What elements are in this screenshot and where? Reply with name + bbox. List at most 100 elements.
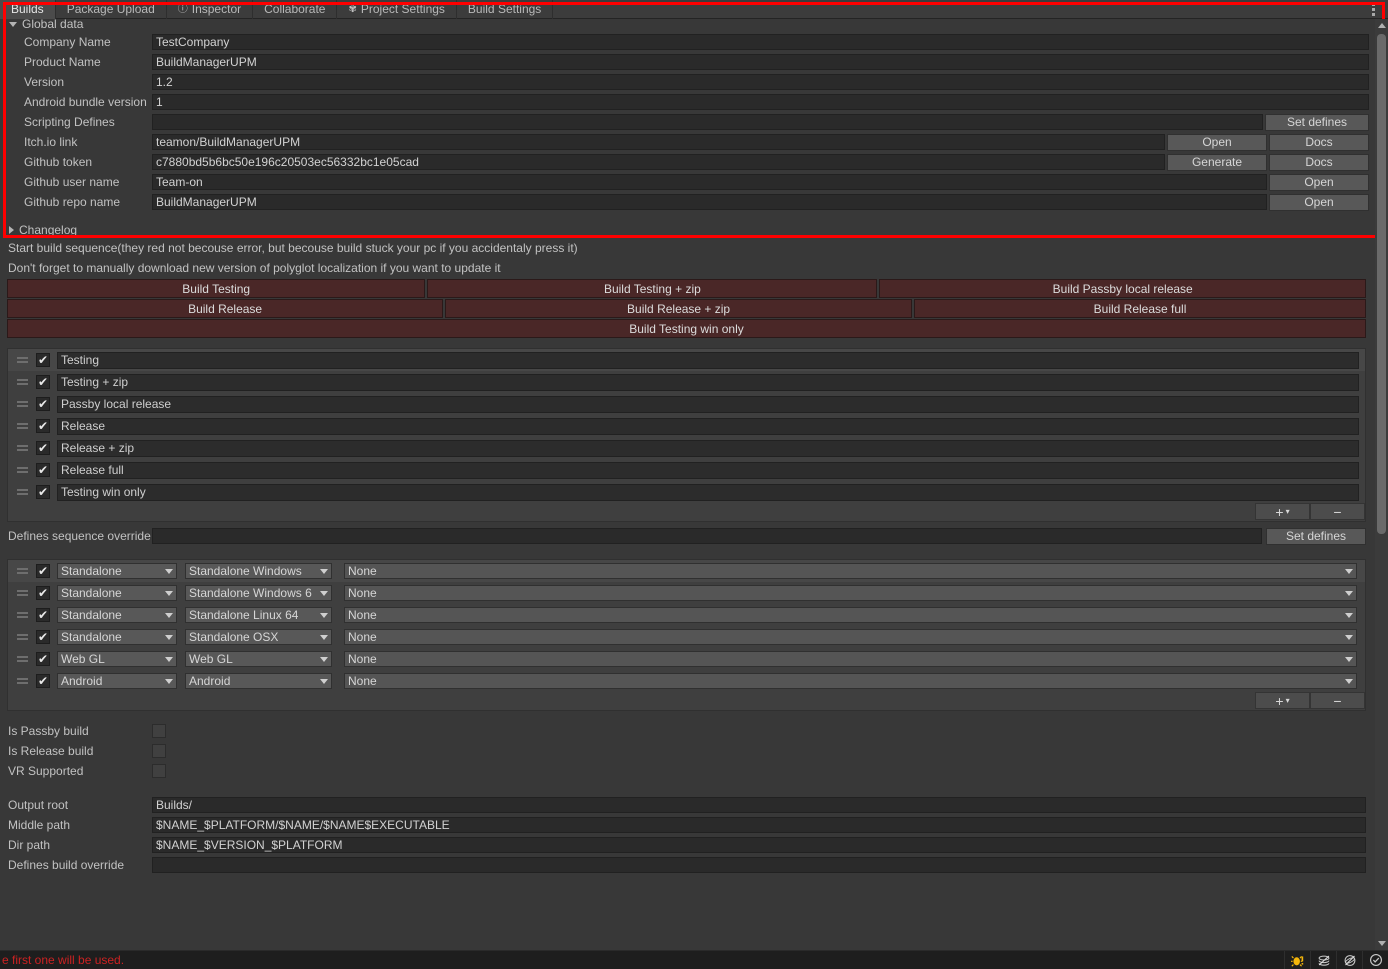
platform-enabled-checkbox[interactable] <box>36 585 50 601</box>
flag-checkbox[interactable] <box>152 764 166 778</box>
platform-sub-dropdown[interactable]: None <box>344 673 1357 689</box>
platform-sub-dropdown[interactable]: None <box>344 563 1357 579</box>
layers-icon[interactable] <box>1310 950 1336 969</box>
scrollbar-thumb[interactable] <box>1377 34 1386 534</box>
open-button[interactable]: Open <box>1269 193 1369 211</box>
docs-button[interactable]: Docs <box>1269 133 1369 151</box>
foldout-global-data[interactable]: Global data <box>0 19 1373 32</box>
sequence-enabled-checkbox[interactable] <box>36 418 50 434</box>
global-data-row-input[interactable]: 1.2 <box>152 74 1369 90</box>
sequence-name-input[interactable]: Passby local release <box>57 395 1359 413</box>
list-item[interactable]: Release <box>8 415 1365 437</box>
sequence-enabled-checkbox[interactable] <box>36 374 50 390</box>
platform-sub-dropdown[interactable]: None <box>344 585 1357 601</box>
global-data-row-input[interactable]: BuildManagerUPM <box>152 54 1369 70</box>
platform-group-dropdown[interactable]: Standalone <box>57 607 177 623</box>
path-input[interactable] <box>152 857 1366 873</box>
path-input[interactable]: Builds/ <box>152 797 1366 813</box>
sequence-enabled-checkbox[interactable] <box>36 352 50 368</box>
tab-package-upload[interactable]: Package Upload <box>56 0 167 19</box>
global-data-row-input[interactable]: TestCompany <box>152 34 1369 50</box>
flag-checkbox[interactable] <box>152 744 166 758</box>
build-release-button[interactable]: Build Release <box>7 299 444 318</box>
tab-project-settings[interactable]: ✾ Project Settings <box>337 0 457 19</box>
platform-target-dropdown[interactable]: Android <box>185 673 332 689</box>
drag-handle-icon[interactable] <box>14 634 36 640</box>
platform-group-dropdown[interactable]: Web GL <box>57 651 177 667</box>
sequence-name-input[interactable]: Testing + zip <box>57 373 1359 391</box>
sequence-enabled-checkbox[interactable] <box>36 396 50 412</box>
drag-handle-icon[interactable] <box>14 590 36 596</box>
set-defines-override-button[interactable]: Set defines <box>1266 527 1366 545</box>
platform-group-dropdown[interactable]: Standalone <box>57 629 177 645</box>
sequence-name-input[interactable]: Testing win only <box>57 483 1359 501</box>
platform-sub-dropdown[interactable]: None <box>344 629 1357 645</box>
platform-group-dropdown[interactable]: Android <box>57 673 177 689</box>
flag-checkbox[interactable] <box>152 724 166 738</box>
no-sound-icon[interactable] <box>1336 950 1362 969</box>
global-data-row-input[interactable]: c7880bd5b6bc50e196c20503ec56332bc1e05cad <box>152 154 1165 170</box>
platform-sub-dropdown[interactable]: None <box>344 651 1357 667</box>
drag-handle-icon[interactable] <box>14 489 36 495</box>
bug-icon[interactable] <box>1284 950 1310 969</box>
drag-handle-icon[interactable] <box>14 568 36 574</box>
platform-enabled-checkbox[interactable] <box>36 651 50 667</box>
scroll-up-arrow-icon[interactable] <box>1375 19 1388 32</box>
sequence-name-input[interactable]: Testing <box>57 351 1359 369</box>
platform-sub-dropdown[interactable]: None <box>344 607 1357 623</box>
drag-handle-icon[interactable] <box>14 379 36 385</box>
list-item[interactable]: Testing win only <box>8 481 1365 503</box>
platform-group-dropdown[interactable]: Standalone <box>57 563 177 579</box>
drag-handle-icon[interactable] <box>14 423 36 429</box>
build-testing-button[interactable]: Build Testing <box>7 279 426 298</box>
list-item[interactable]: Testing <box>8 349 1365 371</box>
check-circle-icon[interactable] <box>1362 950 1388 969</box>
drag-handle-icon[interactable] <box>14 401 36 407</box>
sequence-enabled-checkbox[interactable] <box>36 484 50 500</box>
platform-target-dropdown[interactable]: Standalone OSX <box>185 629 332 645</box>
remove-sequence-button[interactable]: − <box>1310 503 1365 520</box>
platform-group-dropdown[interactable]: Standalone <box>57 585 177 601</box>
build-release-zip-button[interactable]: Build Release + zip <box>445 299 912 318</box>
platform-target-dropdown[interactable]: Standalone Windows <box>185 563 332 579</box>
build-release-full-button[interactable]: Build Release full <box>914 299 1366 318</box>
platform-enabled-checkbox[interactable] <box>36 629 50 645</box>
sequence-name-input[interactable]: Release full <box>57 461 1359 479</box>
drag-handle-icon[interactable] <box>14 656 36 662</box>
scrollbar-track[interactable] <box>1375 32 1388 937</box>
sequence-name-input[interactable]: Release <box>57 417 1359 435</box>
status-message[interactable]: e first one will be used. <box>0 953 124 967</box>
open-button[interactable]: Open <box>1269 173 1369 191</box>
platform-target-dropdown[interactable]: Standalone Linux 64 <box>185 607 332 623</box>
defines-sequence-override-input[interactable] <box>152 528 1262 544</box>
add-sequence-button[interactable]: + ▾ <box>1255 503 1310 520</box>
scroll-down-arrow-icon[interactable] <box>1375 937 1388 950</box>
path-input[interactable]: $NAME_$PLATFORM/$NAME/$NAME$EXECUTABLE <box>152 817 1366 833</box>
platform-enabled-checkbox[interactable] <box>36 563 50 579</box>
platform-enabled-checkbox[interactable] <box>36 607 50 623</box>
platform-row[interactable]: Standalone Standalone Windows 6 None <box>8 582 1365 604</box>
list-item[interactable]: Release full <box>8 459 1365 481</box>
tab-build-settings[interactable]: Build Settings <box>457 0 554 19</box>
drag-handle-icon[interactable] <box>14 612 36 618</box>
list-item[interactable]: Release + zip <box>8 437 1365 459</box>
platform-enabled-checkbox[interactable] <box>36 673 50 689</box>
sequence-enabled-checkbox[interactable] <box>36 462 50 478</box>
tab-collaborate[interactable]: Collaborate <box>253 0 338 19</box>
drag-handle-icon[interactable] <box>14 467 36 473</box>
sequence-enabled-checkbox[interactable] <box>36 440 50 456</box>
platform-target-dropdown[interactable]: Web GL <box>185 651 332 667</box>
set-defines-button[interactable]: Set defines <box>1265 113 1369 131</box>
platform-row[interactable]: Web GL Web GL None <box>8 648 1365 670</box>
tab-builds[interactable]: Builds <box>0 0 56 19</box>
drag-handle-icon[interactable] <box>14 678 36 684</box>
vertical-scrollbar[interactable] <box>1375 19 1388 950</box>
build-testing-win-only-button[interactable]: Build Testing win only <box>7 319 1366 338</box>
remove-platform-button[interactable]: − <box>1310 692 1365 709</box>
path-input[interactable]: $NAME_$VERSION_$PLATFORM <box>152 837 1366 853</box>
foldout-changelog[interactable]: Changelog <box>0 222 1373 238</box>
list-item[interactable]: Testing + zip <box>8 371 1365 393</box>
platform-row[interactable]: Standalone Standalone Windows None <box>8 560 1365 582</box>
global-data-row-input[interactable]: 1 <box>152 94 1369 110</box>
add-platform-button[interactable]: + ▾ <box>1255 692 1310 709</box>
